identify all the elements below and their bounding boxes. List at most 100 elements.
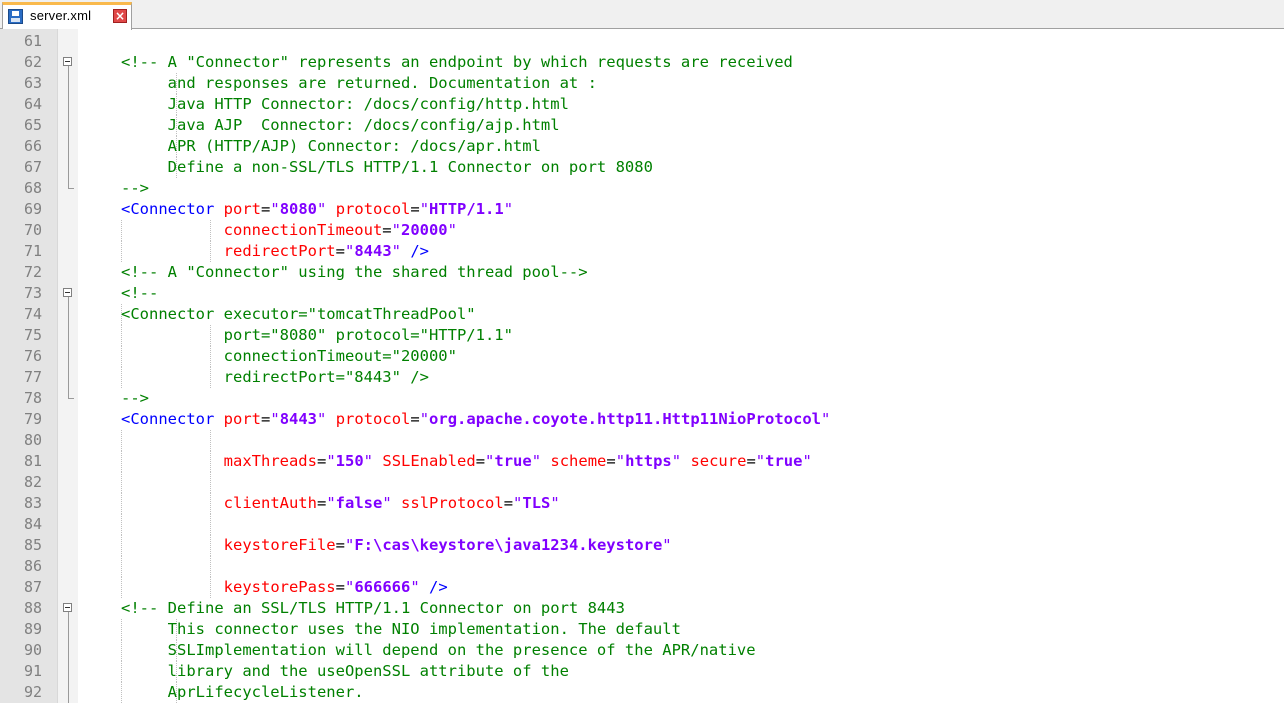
tab-bar: server.xml × <box>0 0 1284 30</box>
code-line[interactable]: 63 and responses are returned. Documenta… <box>0 73 1284 94</box>
indent-guide <box>121 430 122 451</box>
code-text: Java HTTP Connector: /docs/config/http.h… <box>121 95 569 113</box>
code-text: maxThreads="150" SSLEnabled="true" schem… <box>223 452 812 470</box>
code-line[interactable]: 74 <Connector executor="tomcatThreadPool" <box>0 304 1284 325</box>
line-number: 71 <box>23 242 42 260</box>
line-number: 69 <box>23 200 42 218</box>
line-number: 64 <box>23 95 42 113</box>
code-text: <!-- Define an SSL/TLS HTTP/1.1 Connecto… <box>121 599 625 617</box>
code-line[interactable]: 86 <box>0 556 1284 577</box>
code-line[interactable]: 66 APR (HTTP/AJP) Connector: /docs/apr.h… <box>0 136 1284 157</box>
line-number: 63 <box>23 74 42 92</box>
line-number: 75 <box>23 326 42 344</box>
fold-collapse-icon[interactable] <box>63 603 72 612</box>
code-line[interactable]: 90 SSLImplementation will depend on the … <box>0 640 1284 661</box>
code-line[interactable]: 61 <box>0 31 1284 52</box>
line-number: 79 <box>23 410 42 428</box>
tab-server-xml[interactable]: server.xml × <box>2 2 132 30</box>
code-line[interactable]: 78 --> <box>0 388 1284 409</box>
code-line[interactable]: 75 port="8080" protocol="HTTP/1.1" <box>0 325 1284 346</box>
code-line[interactable]: 73 <!-- <box>0 283 1284 304</box>
line-number: 88 <box>23 599 42 617</box>
code-line[interactable]: 76 connectionTimeout="20000" <box>0 346 1284 367</box>
code-text: This connector uses the NIO implementati… <box>121 620 681 638</box>
code-line[interactable]: 70 connectionTimeout="20000" <box>0 220 1284 241</box>
code-line[interactable]: 68 --> <box>0 178 1284 199</box>
code-line[interactable]: 72 <!-- A "Connector" using the shared th… <box>0 262 1284 283</box>
fold-collapse-icon[interactable] <box>63 288 72 297</box>
fold-line <box>68 136 69 157</box>
tab-label: server.xml <box>30 8 92 23</box>
code-line[interactable]: 83 clientAuth="false" sslProtocol="TLS" <box>0 493 1284 514</box>
code-text: <!-- A "Connector" represents an endpoin… <box>121 53 793 71</box>
fold-line <box>68 346 69 367</box>
code-editor[interactable]: 61 62 <!-- A "Connector" represents an end… <box>0 31 1284 703</box>
code-line[interactable]: 64 Java HTTP Connector: /docs/config/htt… <box>0 94 1284 115</box>
fold-line <box>68 619 69 640</box>
code-line[interactable]: 89 This connector uses the NIO implement… <box>0 619 1284 640</box>
code-text: keystorePass="666666" /> <box>223 578 448 596</box>
fold-line <box>68 640 69 661</box>
code-text: <!-- <box>121 284 159 302</box>
code-line[interactable]: 88 <!-- Define an SSL/TLS HTTP/1.1 Connec… <box>0 598 1284 619</box>
code-line[interactable]: 84 <box>0 514 1284 535</box>
code-text: redirectPort="8443" /> <box>121 368 429 386</box>
code-line[interactable]: 85 keystoreFile="F:\cas\keystore\java123… <box>0 535 1284 556</box>
line-number: 80 <box>23 431 42 449</box>
code-line[interactable]: 82 <box>0 472 1284 493</box>
fold-line <box>68 661 69 682</box>
fold-line <box>68 115 69 136</box>
save-state-icon <box>8 9 23 24</box>
code-line[interactable]: 92 AprLifecycleListener. <box>0 682 1284 703</box>
line-number: 65 <box>23 116 42 134</box>
line-number: 83 <box>23 494 42 512</box>
fold-line <box>68 157 69 178</box>
line-number: 74 <box>23 305 42 323</box>
line-number: 89 <box>23 620 42 638</box>
line-number: 90 <box>23 641 42 659</box>
fold-line <box>68 73 69 94</box>
fold-line <box>68 325 69 346</box>
indent-guide <box>210 430 211 451</box>
close-tab-icon[interactable]: × <box>113 9 127 23</box>
code-line[interactable]: 77 redirectPort="8443" /> <box>0 367 1284 388</box>
line-number: 72 <box>23 263 42 281</box>
code-text: --> <box>121 389 149 407</box>
code-text: <Connector port="8080" protocol="HTTP/1.… <box>121 200 514 218</box>
code-line[interactable]: 67 Define a non-SSL/TLS HTTP/1.1 Connect… <box>0 157 1284 178</box>
code-line[interactable]: 62 <!-- A "Connector" represents an endpo… <box>0 52 1284 73</box>
code-text: <!-- A "Connector" using the shared thre… <box>121 263 588 281</box>
code-text: Define a non-SSL/TLS HTTP/1.1 Connector … <box>121 158 653 176</box>
code-line[interactable]: 91 library and the useOpenSSL attribute … <box>0 661 1284 682</box>
code-line[interactable]: 79 <Connector port="8443" protocol="org.a… <box>0 409 1284 430</box>
code-line[interactable]: 80 <box>0 430 1284 451</box>
fold-line <box>68 367 69 388</box>
fold-line <box>68 682 69 703</box>
indent-guide <box>210 556 211 577</box>
code-text: <Connector port="8443" protocol="org.apa… <box>121 410 831 428</box>
fold-line <box>68 94 69 115</box>
fold-line <box>68 66 69 73</box>
fold-line <box>68 612 69 619</box>
code-line[interactable]: 65 Java AJP Connector: /docs/config/ajp.… <box>0 115 1284 136</box>
line-number: 84 <box>23 515 42 533</box>
code-line[interactable]: 69 <Connector port="8080" protocol="HTTP/… <box>0 199 1284 220</box>
code-text: library and the useOpenSSL attribute of … <box>121 662 569 680</box>
code-line[interactable]: 71 redirectPort="8443" /> <box>0 241 1284 262</box>
code-text: APR (HTTP/AJP) Connector: /docs/apr.html <box>121 137 541 155</box>
line-number: 91 <box>23 662 42 680</box>
code-text: connectionTimeout="20000" <box>121 347 457 365</box>
fold-end-mark <box>68 188 74 189</box>
fold-collapse-icon[interactable] <box>63 57 72 66</box>
line-number: 82 <box>23 473 42 491</box>
code-line[interactable]: 81 maxThreads="150" SSLEnabled="true" sc… <box>0 451 1284 472</box>
line-number: 77 <box>23 368 42 386</box>
code-text: and responses are returned. Documentatio… <box>121 74 597 92</box>
line-number: 61 <box>23 32 42 50</box>
code-line[interactable]: 87 keystorePass="666666" /> <box>0 577 1284 598</box>
fold-line <box>68 297 69 304</box>
indent-guide <box>210 514 211 535</box>
code-text: port="8080" protocol="HTTP/1.1" <box>121 326 513 344</box>
line-number: 81 <box>23 452 42 470</box>
indent-guide <box>210 472 211 493</box>
